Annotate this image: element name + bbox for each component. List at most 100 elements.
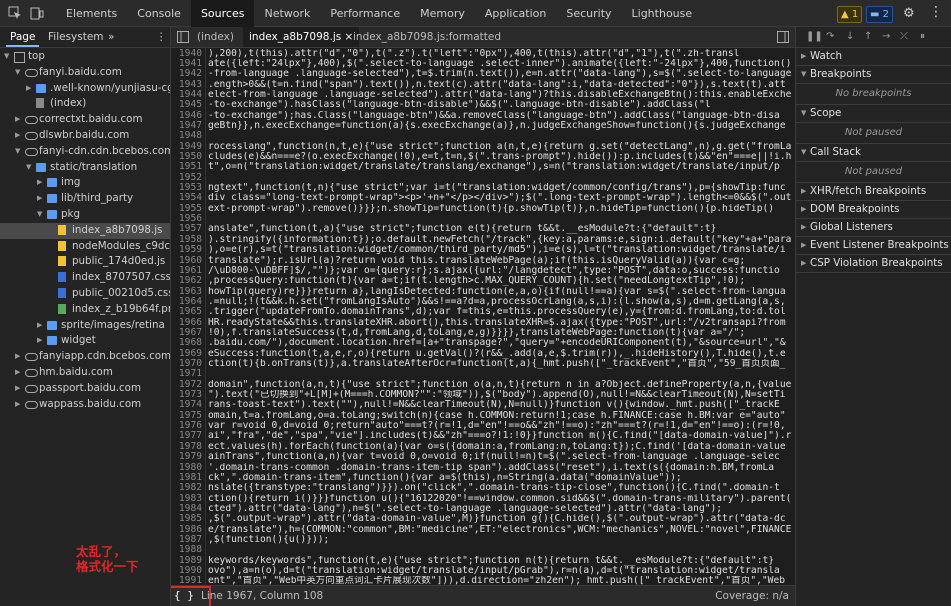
tree-item[interactable]: ▼ top [0, 49, 170, 65]
more-tabs-icon[interactable]: » [108, 27, 114, 47]
tree-item[interactable]: ▶ passport.baidu.com [0, 381, 170, 397]
cloud-icon [25, 131, 38, 140]
tree-item-label: top [28, 50, 45, 62]
code-line: ate({left:"24lpx"},400),$(".select-to-la… [208, 58, 792, 69]
collapsed-arrow-icon[interactable]: ▶ [26, 81, 31, 97]
tree-item[interactable]: ▶ wappass.baidu.com [0, 397, 170, 413]
toggle-debugger-icon[interactable] [777, 31, 789, 43]
tree-item[interactable]: ▶ lib/third_party [0, 191, 170, 207]
expanded-arrow-icon[interactable]: ▼ [26, 160, 31, 176]
collapsed-arrow-icon[interactable]: ▶ [15, 397, 20, 413]
collapsed-arrow-icon[interactable]: ▶ [37, 191, 42, 207]
deactivate-breakpoints-icon[interactable]: ⤫ [900, 31, 908, 42]
section-header[interactable]: ▼ Call Stack [796, 144, 951, 162]
tab-index-js-formatted[interactable]: index_a8b7098.js:formatted [353, 27, 501, 47]
tab-elements[interactable]: Elements [56, 0, 127, 27]
tab-application[interactable]: Application [475, 0, 556, 27]
tree-item[interactable]: ▶ img [0, 175, 170, 191]
expanded-arrow-icon[interactable]: ▼ [15, 144, 20, 160]
collapsed-arrow-icon[interactable]: ▶ [37, 333, 42, 349]
step-over-icon[interactable]: ↷ [826, 31, 834, 42]
code-line: ent","首页","Web中英方向重点词汇卡片展现次数"])),d.direc… [208, 576, 786, 585]
toggle-navigator-icon[interactable] [177, 31, 189, 43]
tree-item[interactable]: ▼ fanyi.baidu.com [0, 65, 170, 81]
tree-item[interactable]: ▼ pkg [0, 207, 170, 223]
collapsed-arrow-icon[interactable]: ▶ [37, 175, 42, 191]
collapsed-arrow-icon[interactable]: ▶ [15, 112, 20, 128]
section-header[interactable]: ▼ Breakpoints [796, 66, 951, 84]
section-header[interactable]: ▶ CSP Violation Breakpoints [796, 255, 951, 273]
cloud-icon [25, 384, 38, 393]
tree-item[interactable]: index_z_b19b64f.png [0, 302, 170, 318]
device-toolbar-icon[interactable] [30, 6, 44, 20]
tab-security[interactable]: Security [556, 0, 621, 27]
tree-item[interactable]: ▶ dlswbr.baidu.com [0, 128, 170, 144]
file-icon [58, 224, 66, 235]
expanded-arrow-icon[interactable]: ▼ [15, 65, 20, 81]
tree-item[interactable]: ▶ widget [0, 333, 170, 349]
handwritten-annotation: 太乱了， 格式化一下 [76, 544, 139, 574]
tree-item[interactable]: public_00210d5.css [0, 286, 171, 302]
expanded-arrow-icon[interactable]: ▼ [4, 49, 9, 65]
code-line: howTip(query)re}}}return a},langIsDetect… [208, 286, 786, 297]
code-editor[interactable]: 1940 1941 1942 1943 1944 1945 1946 1947 1948 1949… [171, 48, 795, 585]
tree-item[interactable]: ▶ sprite/images/retina [0, 318, 170, 334]
collapsed-arrow-icon[interactable]: ▶ [15, 128, 20, 144]
navigator-menu-icon[interactable]: ⋮ [156, 27, 167, 47]
code-line: cted").attr("data-lang"),n=$(".select-to… [208, 503, 723, 514]
tab-console[interactable]: Console [127, 0, 191, 27]
section-header[interactable]: ▼ Scope [796, 105, 951, 123]
settings-gear-icon[interactable]: ⚙ [903, 6, 915, 21]
tab-page[interactable]: Page [5, 27, 40, 47]
section-header[interactable]: ▶ Watch [796, 48, 951, 66]
tab-sources[interactable]: Sources [190, 0, 255, 27]
tab-performance[interactable]: Performance [320, 0, 410, 27]
messages-badge[interactable]: ▬ 2 [866, 6, 894, 23]
pretty-print-button[interactable]: { } [171, 586, 211, 606]
section-header[interactable]: ▶ DOM Breakpoints [796, 201, 951, 219]
section-header[interactable]: ▶ Global Listeners [796, 219, 951, 237]
tab-filesystem[interactable]: Filesystem [48, 27, 104, 47]
tree-item[interactable]: index_8707507.css [0, 270, 170, 286]
tree-item[interactable]: ▶ correctxt.baidu.com [0, 112, 170, 128]
tree-item[interactable]: ▼ fanyi-cdn.cdn.bcebos.com [0, 144, 170, 160]
tree-item[interactable]: ▼ static/translation [0, 160, 170, 176]
section-header[interactable]: ▶ XHR/fetch Breakpoints [796, 183, 951, 201]
code-line: .baidu.com/"),document.location.href=[a+… [208, 338, 786, 349]
tab-index[interactable]: (index) [197, 27, 234, 47]
tab-memory[interactable]: Memory [410, 0, 475, 27]
collapsed-arrow-icon[interactable]: ▶ [15, 365, 20, 381]
more-options-icon[interactable]: ⋮ [929, 4, 943, 20]
tab-network[interactable]: Network [254, 0, 320, 27]
tree-item[interactable]: nodeModules_c9dca2e [0, 239, 170, 255]
tree-item[interactable]: ▶ .well-known/yunjiasu-cgi/sc [0, 81, 170, 97]
line-number: 1982 [178, 482, 202, 494]
tree-item[interactable]: (index) [0, 96, 170, 112]
tree-item[interactable]: ▶ hm.baidu.com [0, 365, 170, 381]
code-line: rocesslang",function(n,t,e){"use strict"… [208, 141, 792, 152]
section-header[interactable]: ▶ Event Listener Breakpoints [796, 237, 951, 255]
cloud-icon [25, 147, 38, 156]
line-number: 1991 [178, 575, 202, 585]
step-icon[interactable]: → [882, 31, 890, 42]
collapsed-arrow-icon[interactable]: ▶ [37, 318, 42, 334]
warnings-badge[interactable]: ▲ 1 [837, 6, 863, 23]
collapsed-arrow-icon[interactable]: ▶ [15, 349, 20, 365]
pause-on-exceptions-icon[interactable]: ⏸ [920, 31, 925, 42]
tab-lighthouse[interactable]: Lighthouse [622, 0, 703, 27]
tree-item[interactable]: public_174d0ed.js [0, 254, 170, 270]
pause-icon[interactable]: ❚❚ [806, 31, 823, 42]
step-into-icon[interactable]: ↓ [846, 31, 854, 42]
inspect-element-icon[interactable] [8, 6, 22, 20]
cloud-icon [25, 68, 38, 77]
tab-index-js[interactable]: index_a8b7098.js × [243, 27, 360, 47]
tree-item[interactable]: index_a8b7098.js [0, 222, 170, 239]
tree-item-label: wappass.baidu.com [39, 397, 142, 410]
expanded-arrow-icon[interactable]: ▼ [37, 207, 42, 223]
tree-item[interactable]: ▶ fanyiapp.cdn.bcebos.com [0, 349, 170, 365]
tree-item-label: public_00210d5.css [72, 286, 171, 299]
step-out-icon[interactable]: ↑ [864, 31, 872, 42]
collapsed-arrow-icon[interactable]: ▶ [15, 381, 20, 397]
line-number: 1945 [178, 99, 202, 111]
